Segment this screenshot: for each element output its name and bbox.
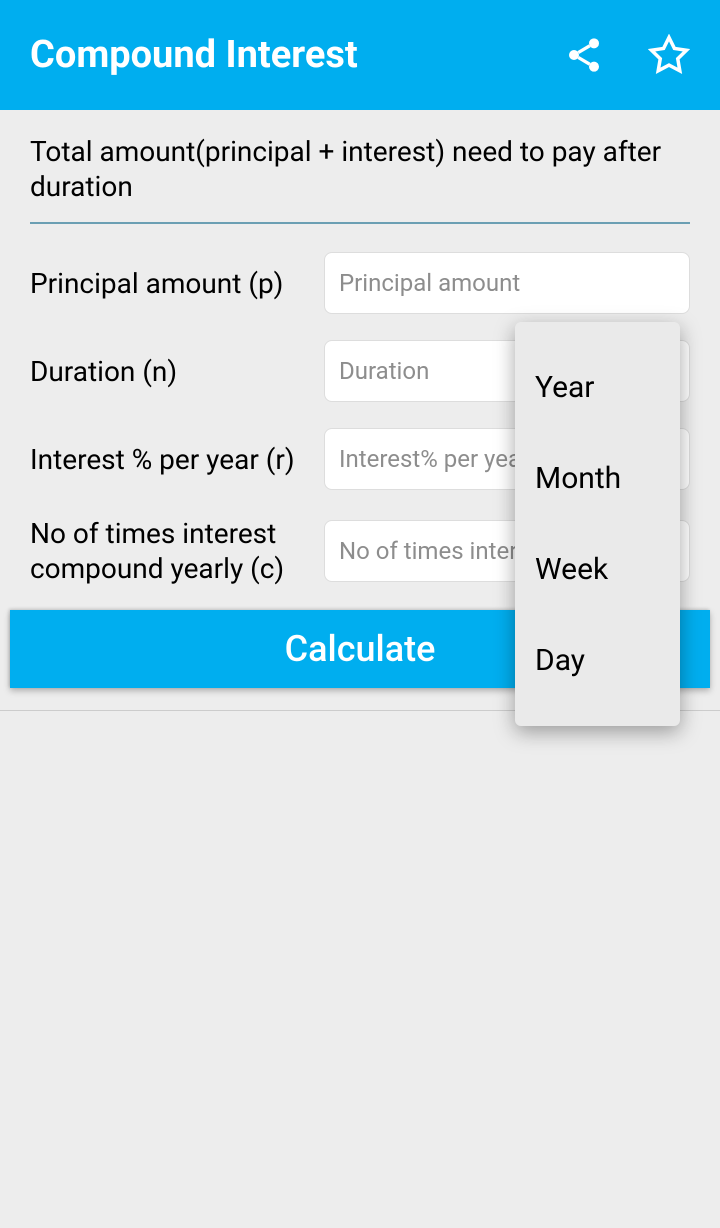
principal-input[interactable] — [324, 252, 690, 314]
page-title: Compound Interest — [30, 33, 564, 77]
compound-label: No of times interest compound yearly (c) — [30, 516, 300, 586]
principal-label: Principal amount (p) — [30, 266, 300, 301]
share-icon[interactable] — [564, 35, 604, 75]
dropdown-option-week[interactable]: Week — [515, 524, 680, 615]
duration-label: Duration (n) — [30, 354, 300, 389]
dropdown-option-month[interactable]: Month — [515, 433, 680, 524]
principal-row: Principal amount (p) — [30, 252, 690, 314]
interest-label: Interest % per year (r) — [30, 442, 300, 477]
app-header: Compound Interest — [0, 0, 720, 110]
dropdown-option-day[interactable]: Day — [515, 615, 680, 706]
star-icon[interactable] — [648, 34, 690, 76]
form-description: Total amount(principal + interest) need … — [30, 134, 690, 224]
duration-unit-dropdown: Year Month Week Day — [515, 322, 680, 726]
header-icons — [564, 34, 690, 76]
dropdown-option-year[interactable]: Year — [515, 342, 680, 433]
